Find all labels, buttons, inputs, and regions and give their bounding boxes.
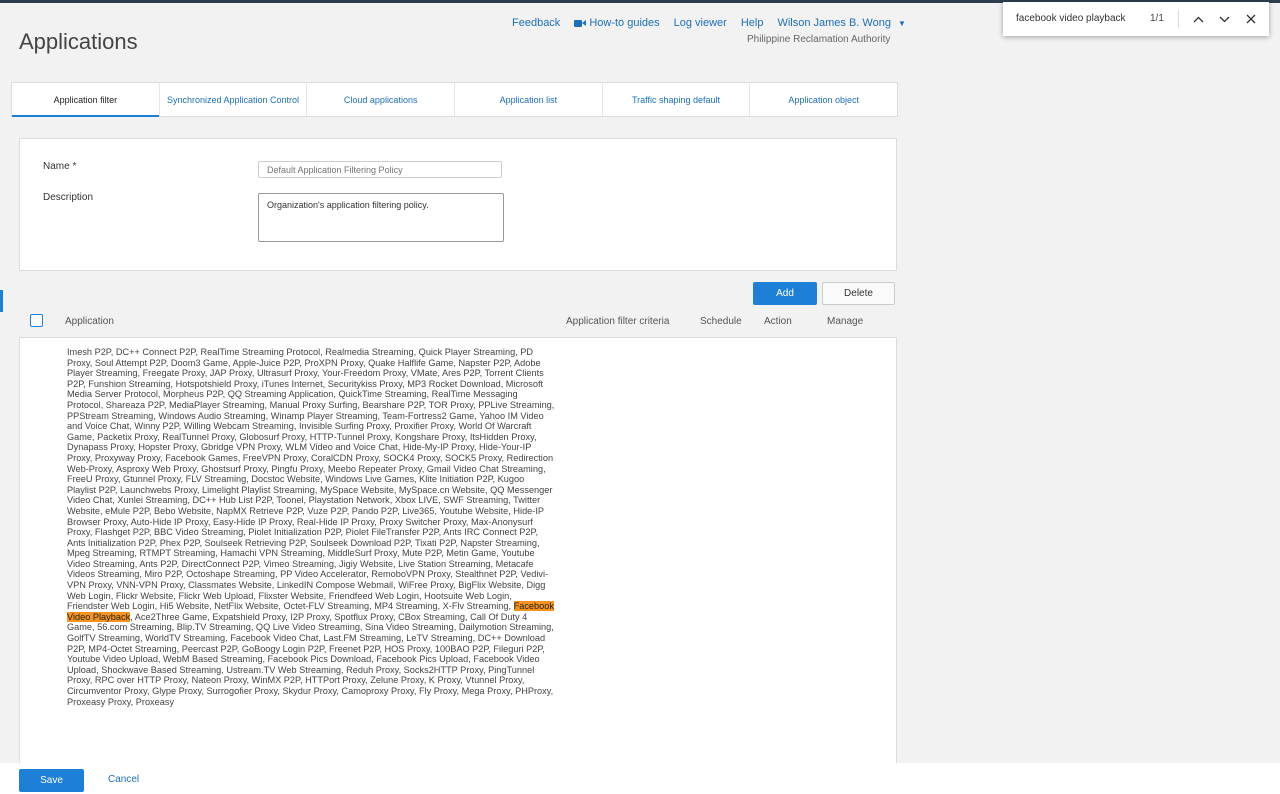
video-camera-icon [574, 19, 587, 28]
find-separator [1178, 10, 1179, 28]
tab-bar: Application filter Synchronized Applicat… [11, 82, 898, 117]
find-count: 1/1 [1150, 13, 1164, 24]
delete-button[interactable]: Delete [822, 282, 895, 305]
header-links: Feedback How-to guides Log viewer Help W… [512, 17, 906, 29]
description-label: Description [43, 192, 94, 203]
table-row-application-list: Imesh P2P, DC++ Connect P2P, RealTime St… [67, 347, 555, 707]
column-filter-criteria: Application filter criteria [566, 316, 670, 327]
application-text-before: Imesh P2P, DC++ Connect P2P, RealTime St… [67, 347, 555, 612]
tab-application-filter[interactable]: Application filter [12, 83, 160, 117]
footer-bar: Save Cancel [0, 763, 1280, 794]
save-button[interactable]: Save [19, 769, 84, 792]
close-icon [1246, 14, 1256, 24]
user-menu[interactable]: Wilson James B. Wong ▼ [777, 17, 905, 29]
name-field[interactable] [258, 161, 502, 178]
page-title: Applications [19, 28, 138, 54]
application-text-after: , Ace2Three Game, Expatshield Proxy, I2P… [67, 611, 554, 707]
organization-name: Philippine Reclamation Authority [747, 34, 891, 45]
column-schedule: Schedule [700, 316, 742, 327]
find-bar: facebook video playback 1/1 [1003, 2, 1269, 36]
chevron-down-icon [1219, 16, 1229, 22]
how-to-guides-link[interactable]: How-to guides [574, 17, 660, 29]
tab-synchronized-application-control[interactable]: Synchronized Application Control [160, 83, 308, 116]
find-previous-button[interactable] [1189, 9, 1207, 29]
name-label: Name * [43, 161, 77, 172]
tab-application-object[interactable]: Application object [750, 83, 897, 116]
find-next-button[interactable] [1215, 9, 1233, 29]
find-close-button[interactable] [1242, 9, 1260, 29]
feedback-link[interactable]: Feedback [512, 17, 560, 29]
chevron-up-icon [1193, 16, 1203, 22]
how-to-guides-label: How-to guides [589, 17, 660, 29]
column-action: Action [764, 316, 792, 327]
table-body: Imesh P2P, DC++ Connect P2P, RealTime St… [19, 337, 897, 769]
select-all-checkbox[interactable] [30, 314, 43, 327]
tab-cloud-applications[interactable]: Cloud applications [307, 83, 456, 116]
column-manage: Manage [827, 316, 864, 327]
find-query[interactable]: facebook video playback [1016, 13, 1126, 24]
cancel-button[interactable]: Cancel [108, 774, 139, 785]
log-viewer-link[interactable]: Log viewer [674, 17, 727, 29]
help-link[interactable]: Help [741, 17, 764, 29]
tab-application-list[interactable]: Application list [455, 83, 603, 116]
column-application: Application [65, 316, 114, 327]
left-indicator [0, 290, 3, 312]
tab-traffic-shaping-default[interactable]: Traffic shaping default [603, 83, 751, 116]
user-name: Wilson James B. Wong [777, 17, 891, 29]
caret-down-icon: ▼ [897, 18, 906, 28]
description-field[interactable]: Organization's application filtering pol… [258, 193, 504, 242]
add-button[interactable]: Add [753, 282, 817, 305]
policy-form: Name * Description Organization's applic… [19, 138, 897, 271]
